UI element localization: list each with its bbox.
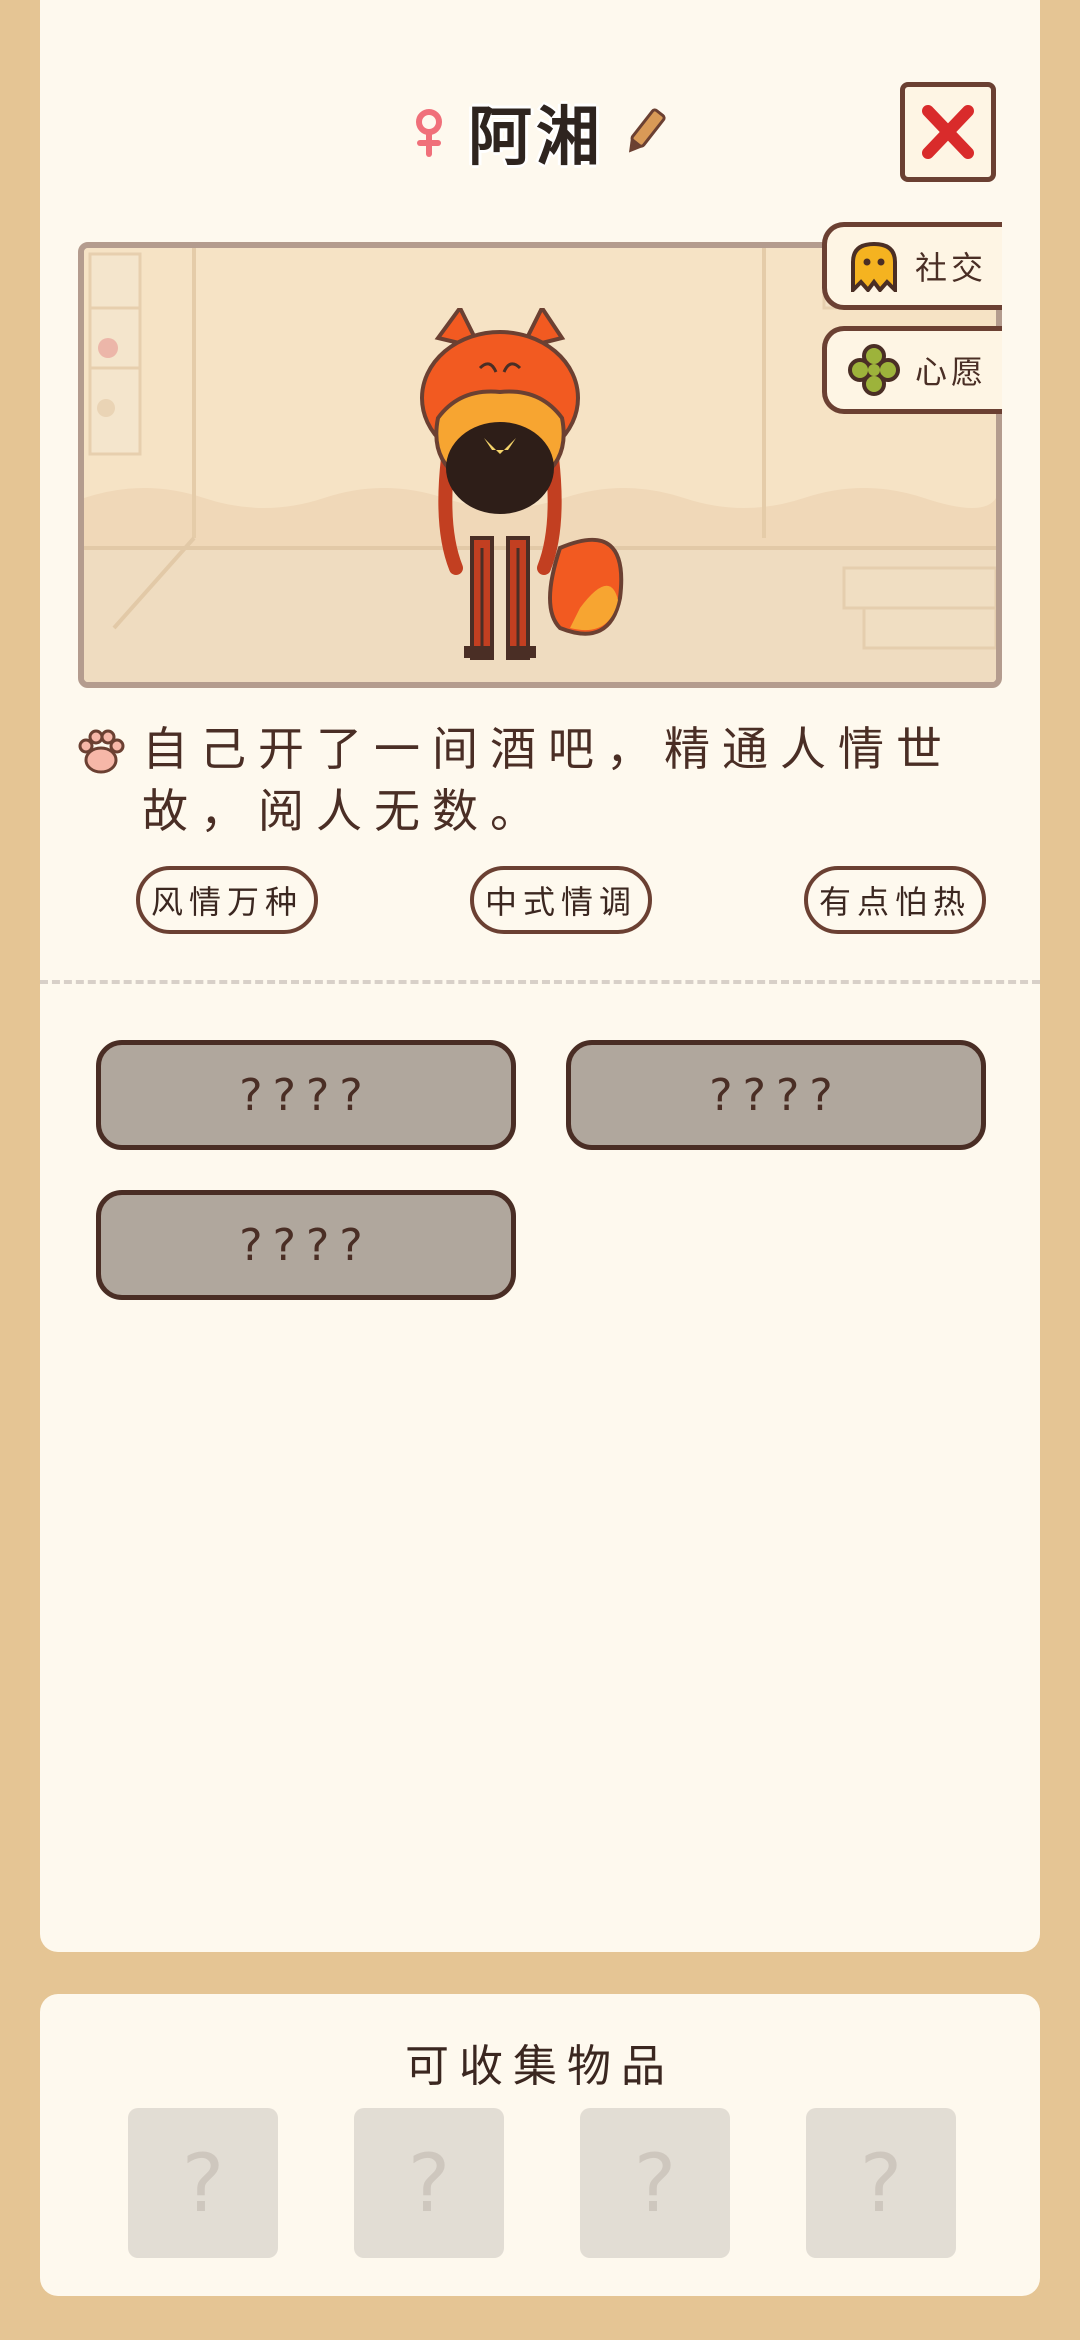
fox-character[interactable]: [420, 308, 640, 668]
locked-story-button[interactable]: ????: [96, 1040, 516, 1150]
collectible-slot[interactable]: ?: [354, 2108, 504, 2258]
tag-item: 风情万种: [136, 866, 318, 934]
collectible-slot[interactable]: ?: [580, 2108, 730, 2258]
profile-card: 阿湘 社交 心愿 自己开了一间酒吧，精通人情世故，阅人无数。 风情万种 中式情调…: [40, 0, 1040, 1952]
tag-list: 风情万种 中式情调 有点怕热: [136, 866, 986, 934]
locked-story-button[interactable]: ????: [96, 1190, 516, 1300]
paw-icon: [78, 729, 125, 774]
pencil-icon[interactable]: [622, 104, 668, 160]
ghost-icon: [851, 241, 897, 292]
wish-label: 心愿: [915, 353, 988, 391]
female-icon: [416, 109, 442, 157]
character-name: 阿湘: [468, 101, 604, 175]
close-icon: [922, 105, 974, 159]
header: 阿湘: [40, 92, 1040, 175]
locked-story-button[interactable]: ????: [566, 1040, 986, 1150]
collectibles-panel: 可收集物品 ? ? ? ?: [40, 1994, 1040, 2296]
clover-icon: [848, 344, 900, 396]
section-divider: [40, 980, 1040, 984]
close-button[interactable]: [900, 82, 996, 182]
social-button[interactable]: 社交: [822, 222, 1002, 310]
shelf: [88, 252, 142, 456]
character-description: 自己开了一间酒吧，精通人情世故，阅人无数。: [142, 722, 954, 838]
collectible-slot[interactable]: ?: [128, 2108, 278, 2258]
collectibles-title: 可收集物品: [405, 2041, 675, 2092]
collectible-slot[interactable]: ?: [806, 2108, 956, 2258]
tag-item: 中式情调: [470, 866, 652, 934]
wish-button[interactable]: 心愿: [822, 326, 1002, 414]
tag-item: 有点怕热: [804, 866, 986, 934]
social-label: 社交: [915, 249, 988, 287]
